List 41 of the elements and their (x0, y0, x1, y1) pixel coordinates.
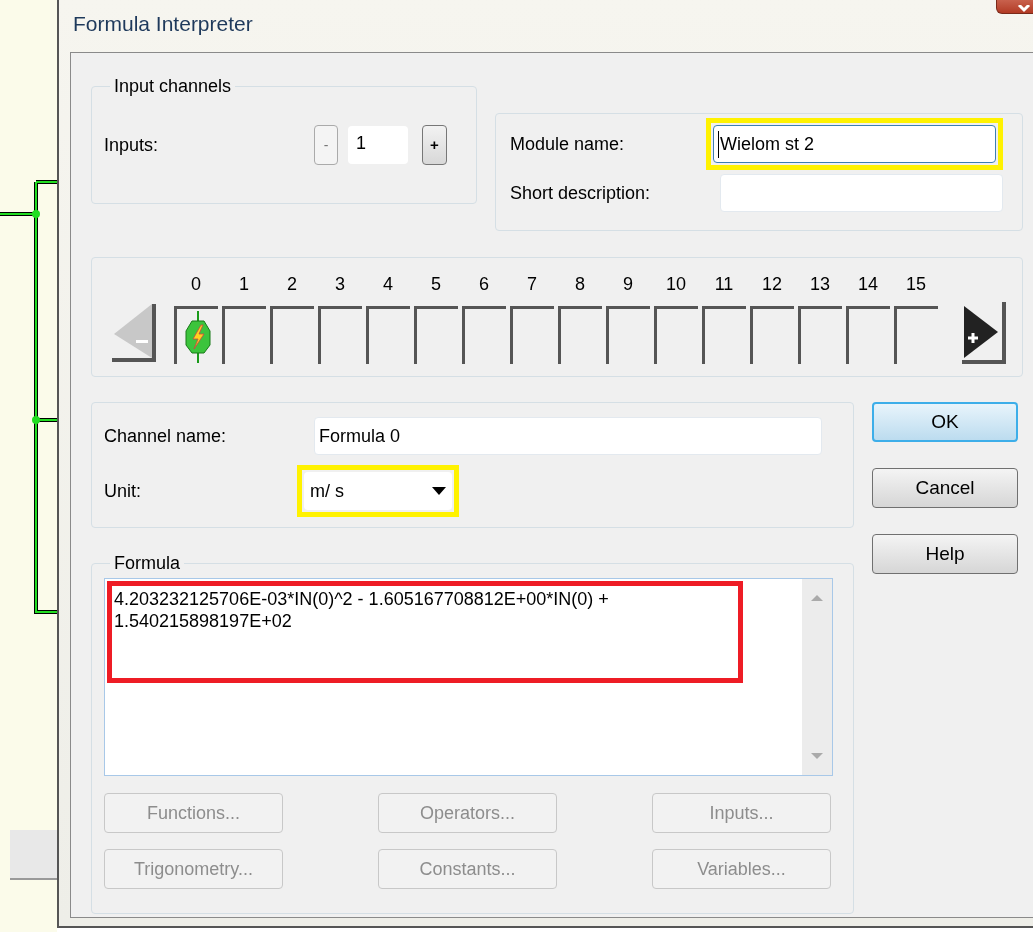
channel-number: 10 (666, 273, 686, 296)
dropdown-caret-icon (432, 487, 446, 495)
scrollbar[interactable] (802, 579, 832, 775)
channel-number: 9 (623, 273, 633, 296)
scroll-up-icon (811, 595, 823, 601)
increment-button[interactable]: + (422, 125, 447, 165)
short-description-field[interactable] (720, 174, 1003, 212)
channel-number: 2 (287, 273, 297, 296)
close-icon (1015, 5, 1033, 13)
formula-field[interactable]: 4.203232125706E-03*IN(0)^2 - 1.605167708812E+00*IN(0) + 1.540215898197E+02 (104, 578, 833, 776)
decrement-button[interactable]: - (314, 125, 338, 165)
unit-label: Unit: (104, 479, 142, 503)
channel-number: 13 (810, 273, 830, 296)
channel-number: 14 (858, 273, 878, 296)
dialog-button[interactable]: Cancel (872, 468, 1018, 508)
channel-number: 8 (575, 273, 585, 296)
inputs-field[interactable]: 1 (348, 126, 408, 164)
channel-name-field[interactable]: Formula 0 (314, 417, 822, 455)
window-title: Formula Interpreter (73, 11, 253, 37)
channel-number: 4 (383, 273, 393, 296)
inputs-label: Inputs: (104, 133, 160, 157)
dialog-button[interactable]: Help (872, 534, 1018, 574)
formula-text: 4.203232125706E-03*IN(0)^2 - 1.605167708812E+00*IN(0) + 1.540215898197E+02 (114, 588, 610, 632)
short-description-label: Short description: (510, 181, 652, 205)
background-panel (10, 830, 57, 880)
channel-number: 1 (239, 273, 249, 296)
channel-number: 5 (431, 273, 441, 296)
channel-number: 0 (191, 273, 201, 296)
channel-number: 6 (479, 273, 489, 296)
channel-number: 7 (527, 273, 537, 296)
unit-dropdown[interactable]: m/ s (304, 472, 452, 510)
channel-number: 15 (906, 273, 926, 296)
dialog-button[interactable]: OK (872, 402, 1018, 442)
module-name-label: Module name: (510, 132, 626, 156)
lightning-icon (184, 310, 211, 363)
channel-name-label: Channel name: (104, 424, 228, 448)
module-name-field[interactable]: Wielom st 2 (713, 125, 996, 163)
channel-number: 3 (335, 273, 345, 296)
channel-number: 11 (714, 273, 734, 296)
scroll-down-icon (811, 753, 823, 759)
channel-number: 12 (762, 273, 782, 296)
